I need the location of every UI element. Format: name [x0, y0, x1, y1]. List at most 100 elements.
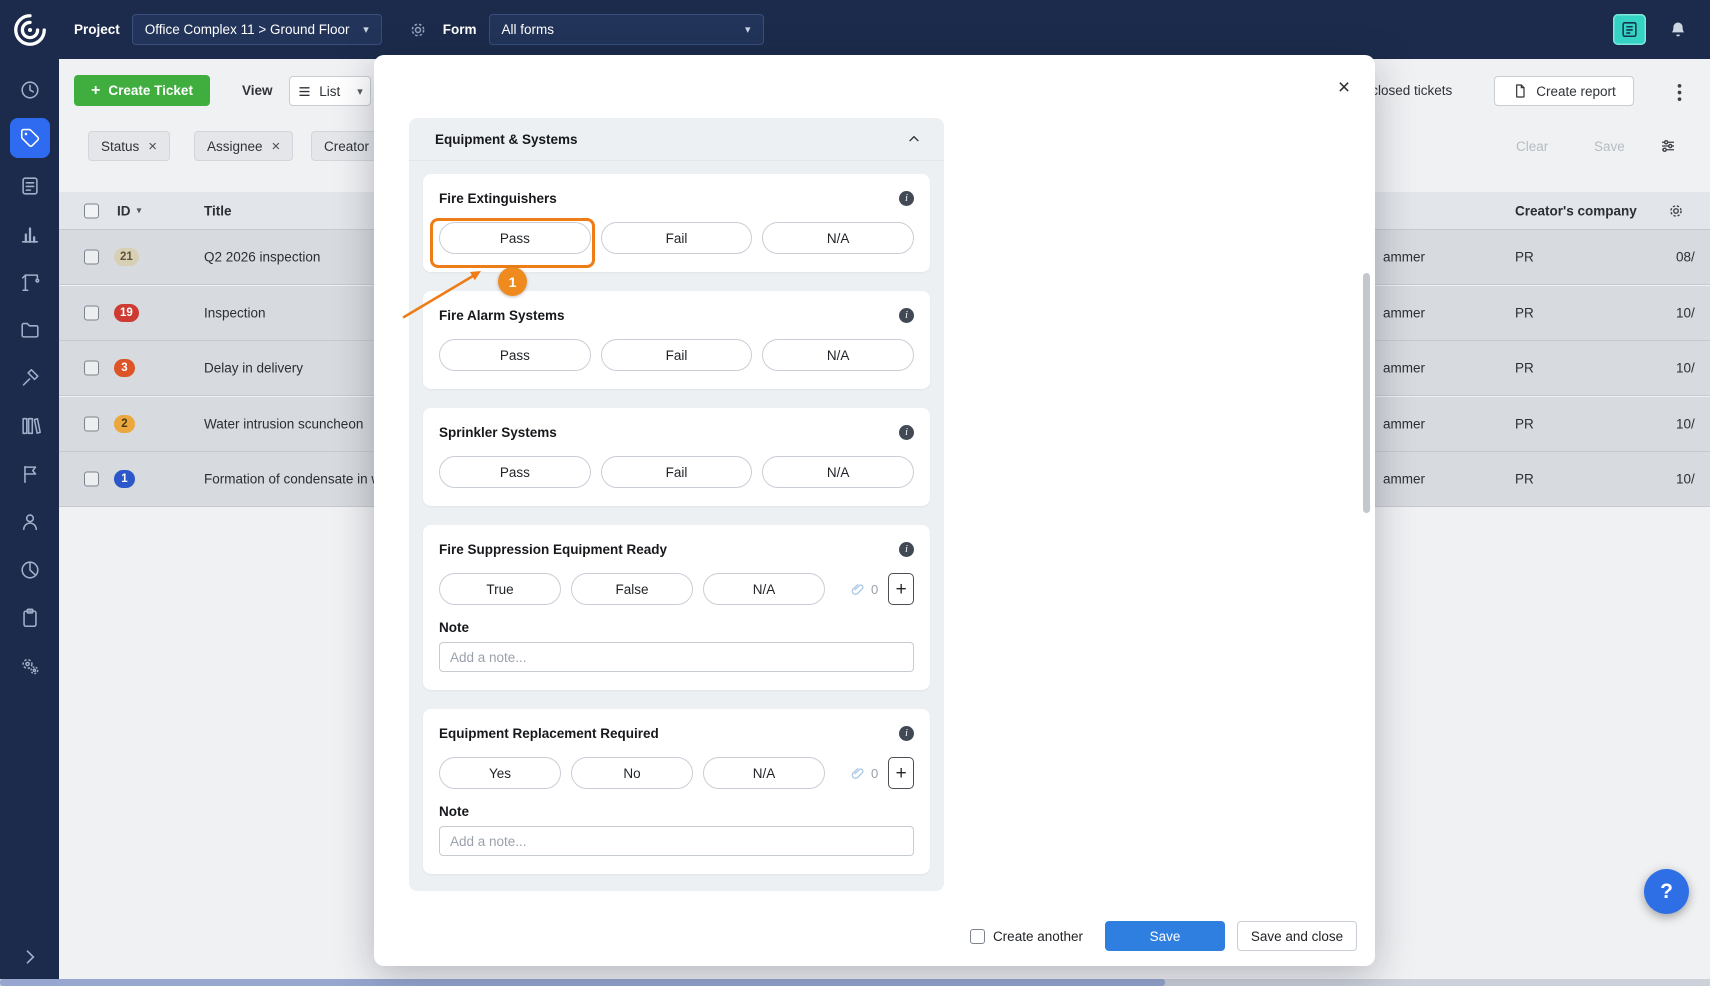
add-attachment-button[interactable]: +	[888, 573, 914, 605]
option-pass-button[interactable]: Pass	[439, 456, 591, 488]
remove-filter-icon[interactable]: ×	[148, 139, 157, 154]
sidebar-item-files[interactable]	[0, 306, 59, 354]
option-na-button[interactable]: N/A	[762, 339, 914, 371]
option-yes-button[interactable]: Yes	[439, 757, 561, 789]
ticket-form-modal: × Equipment & Systems Fire Extinguishers…	[374, 55, 1375, 966]
section-body: Fire Extinguishers i Pass Fail N/A Fire …	[409, 161, 944, 891]
sidebar-item-tickets[interactable]	[0, 114, 59, 162]
sidebar-item-milestones[interactable]	[0, 450, 59, 498]
form-selector[interactable]: All forms ▾	[489, 14, 764, 45]
column-header-title[interactable]: Title	[204, 203, 232, 218]
sidebar-item-library[interactable]	[0, 402, 59, 450]
table-settings-gear-icon[interactable]	[1667, 202, 1685, 220]
note-input[interactable]	[439, 826, 914, 856]
filter-chip-status[interactable]: Status ×	[88, 131, 170, 161]
clear-filters-button[interactable]: Clear	[1516, 139, 1548, 154]
ticket-title: Delay in delivery	[204, 361, 303, 376]
chevron-down-icon: ▾	[745, 23, 751, 36]
view-mode-selector[interactable]: List ▾	[289, 76, 371, 106]
help-button[interactable]: ?	[1644, 869, 1689, 914]
sidebar-item-people[interactable]	[0, 498, 59, 546]
row-checkbox[interactable]	[84, 472, 99, 487]
view-label: View	[242, 83, 273, 98]
row-checkbox[interactable]	[84, 417, 99, 432]
company-cell: PR	[1515, 417, 1534, 432]
more-options-kebab-icon[interactable]	[1671, 81, 1688, 109]
horizontal-scrollbar[interactable]	[0, 979, 1710, 986]
plus-icon: +	[91, 83, 100, 99]
row-checkbox[interactable]	[84, 250, 99, 265]
option-no-button[interactable]: No	[571, 757, 693, 789]
option-na-button[interactable]: N/A	[762, 456, 914, 488]
tag-icon	[19, 127, 41, 149]
section-equipment-systems-header[interactable]: Equipment & Systems	[409, 118, 944, 161]
option-na-button[interactable]: N/A	[762, 222, 914, 254]
view-mode-value: List	[319, 84, 340, 99]
sidebar-item-analytics[interactable]	[0, 546, 59, 594]
sidebar-item-tools[interactable]	[0, 354, 59, 402]
folder-icon	[19, 319, 41, 341]
option-fail-button[interactable]: Fail	[601, 339, 753, 371]
option-pass-button[interactable]: Pass	[439, 339, 591, 371]
note-input[interactable]	[439, 642, 914, 672]
notifications-bell-icon[interactable]	[1668, 19, 1688, 41]
remove-filter-icon[interactable]: ×	[272, 139, 281, 154]
info-icon[interactable]: i	[899, 191, 914, 206]
save-filters-button[interactable]: Save	[1594, 139, 1625, 154]
modal-scrollbar[interactable]	[1363, 273, 1370, 513]
field-card-equipment-replacement: Equipment Replacement Required i Yes No …	[423, 709, 930, 874]
info-icon[interactable]: i	[899, 308, 914, 323]
create-another-label: Create another	[993, 929, 1083, 944]
create-report-button[interactable]: Create report	[1494, 76, 1634, 106]
filter-settings-icon[interactable]	[1659, 137, 1677, 160]
ticket-id-badge: 19	[114, 304, 139, 322]
row-checkbox[interactable]	[84, 361, 99, 376]
option-na-button[interactable]: N/A	[703, 757, 825, 789]
row-checkbox[interactable]	[84, 306, 99, 321]
option-true-button[interactable]: True	[439, 573, 561, 605]
sidebar-expand-button[interactable]	[0, 947, 59, 967]
info-icon[interactable]: i	[899, 726, 914, 741]
column-header-creators-company[interactable]: Creator's company	[1515, 203, 1637, 218]
ticket-id-badge: 3	[114, 359, 135, 377]
sidebar-item-checklists[interactable]	[0, 594, 59, 642]
info-icon[interactable]: i	[899, 542, 914, 557]
option-pass-button[interactable]: Pass	[439, 222, 591, 254]
highlighted-forms-app-icon[interactable]	[1613, 14, 1646, 45]
save-button[interactable]: Save	[1105, 921, 1225, 951]
sidebar-item-activity[interactable]	[0, 66, 59, 114]
project-settings-gear-icon[interactable]	[408, 20, 428, 40]
note-label: Note	[439, 620, 914, 635]
filter-chip-assignee[interactable]: Assignee ×	[194, 131, 293, 161]
horizontal-scrollbar-thumb[interactable]	[0, 979, 1165, 986]
option-na-button[interactable]: N/A	[703, 573, 825, 605]
list-icon	[297, 84, 312, 99]
option-fail-button[interactable]: Fail	[601, 456, 753, 488]
info-icon[interactable]: i	[899, 425, 914, 440]
project-selector[interactable]: Office Complex 11 > Ground Floor ▾	[132, 14, 382, 45]
company-cell: PR	[1515, 306, 1534, 321]
sidebar-item-reports[interactable]	[0, 210, 59, 258]
pdf-file-icon	[1512, 83, 1528, 99]
add-attachment-button[interactable]: +	[888, 757, 914, 789]
annotation-step-badge: 1	[498, 267, 527, 296]
create-ticket-button[interactable]: + Create Ticket	[74, 75, 210, 106]
date-cell: 10/	[1676, 472, 1695, 487]
close-icon[interactable]: ×	[1331, 74, 1357, 100]
create-another-checkbox[interactable]	[970, 929, 985, 944]
project-label: Project	[74, 22, 120, 37]
column-header-id[interactable]: ID ▾	[117, 203, 142, 218]
sidebar-item-equipment[interactable]	[0, 258, 59, 306]
sidebar-item-forms[interactable]	[0, 162, 59, 210]
option-fail-button[interactable]: Fail	[601, 222, 753, 254]
sidebar-item-settings[interactable]	[0, 642, 59, 690]
attachments-indicator[interactable]: 0	[849, 765, 878, 782]
field-label: Fire Alarm Systems	[439, 307, 565, 324]
attachments-indicator[interactable]: 0	[849, 581, 878, 598]
company-cell: PR	[1515, 472, 1534, 487]
select-all-checkbox[interactable]	[84, 203, 99, 218]
option-false-button[interactable]: False	[571, 573, 693, 605]
attachment-count: 0	[871, 582, 878, 597]
save-and-close-button[interactable]: Save and close	[1237, 921, 1357, 951]
app-logo-icon[interactable]	[0, 0, 59, 59]
